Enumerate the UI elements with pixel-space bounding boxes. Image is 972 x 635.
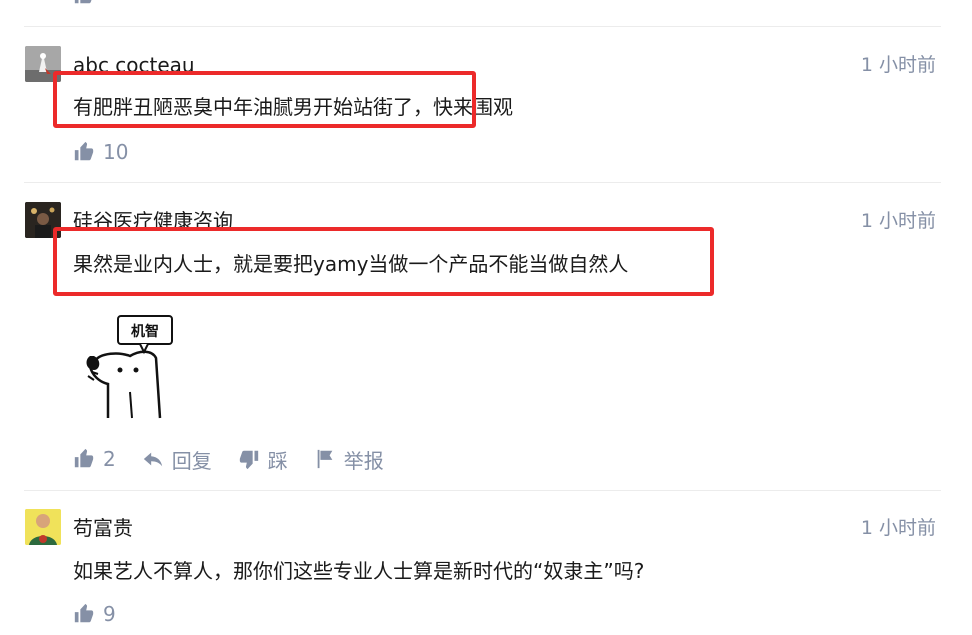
comment-text: 有肥胖丑陋恶臭中年油腻男开始站街了，快来围观 <box>73 95 513 119</box>
avatar[interactable] <box>25 509 61 545</box>
previous-comment-like[interactable] <box>73 0 103 6</box>
comment-text: 果然是业内人士，就是要把yamy当做一个产品不能当做自然人 <box>73 252 629 276</box>
comment-author[interactable]: 苟富贵 <box>73 515 133 541</box>
like-count: 9 <box>103 602 116 626</box>
avatar[interactable] <box>25 202 61 238</box>
avatar-image-icon <box>25 46 61 82</box>
thumbs-up-icon <box>74 0 92 4</box>
avatar-image-icon <box>25 202 61 238</box>
divider <box>24 490 941 491</box>
thumbs-up-icon <box>74 448 94 468</box>
thumbs-down-icon <box>239 450 258 470</box>
like-button[interactable]: 10 <box>73 140 128 164</box>
comment-author[interactable]: 硅谷医疗健康咨询 <box>73 208 233 234</box>
thumbs-up-icon <box>74 141 94 161</box>
sticker-image: 机智 <box>80 312 175 422</box>
divider <box>24 26 941 27</box>
comment-author[interactable]: abc cocteau <box>73 52 195 78</box>
flag-icon <box>317 449 333 469</box>
like-count: 2 <box>103 447 116 471</box>
sticker-label: 机智 <box>131 323 159 340</box>
comment-actions: 2 回复 踩 举报 <box>73 445 410 473</box>
comment-list: abc cocteau 1 小时前 有肥胖丑陋恶臭中年油腻男开始站街了，快来围观… <box>0 0 972 635</box>
like-button[interactable]: 9 <box>73 602 116 626</box>
comment-text: 如果艺人不算人，那你们这些专业人士算是新时代的“奴隶主”吗? <box>73 559 645 583</box>
report-button[interactable]: 举报 <box>314 445 384 474</box>
reply-label: 回复 <box>171 448 212 473</box>
avatar[interactable] <box>25 46 61 82</box>
dislike-button[interactable]: 踩 <box>238 445 288 474</box>
like-button[interactable]: 2 <box>73 447 116 471</box>
dog-sticker-icon: 机智 <box>86 315 173 419</box>
thumbs-up-icon <box>74 603 94 623</box>
comment-actions: 9 <box>73 600 142 628</box>
like-count: 10 <box>103 140 129 164</box>
comment-time: 1 小时前 <box>860 517 936 539</box>
reply-button[interactable]: 回复 <box>142 445 212 474</box>
dislike-label: 踩 <box>267 448 288 473</box>
comment-time: 1 小时前 <box>860 210 936 232</box>
comment-actions: 10 <box>73 138 154 166</box>
avatar-image-icon <box>25 509 61 545</box>
report-label: 举报 <box>343 448 384 473</box>
comment-time: 1 小时前 <box>860 54 936 76</box>
reply-icon <box>143 452 162 467</box>
divider <box>24 182 941 183</box>
